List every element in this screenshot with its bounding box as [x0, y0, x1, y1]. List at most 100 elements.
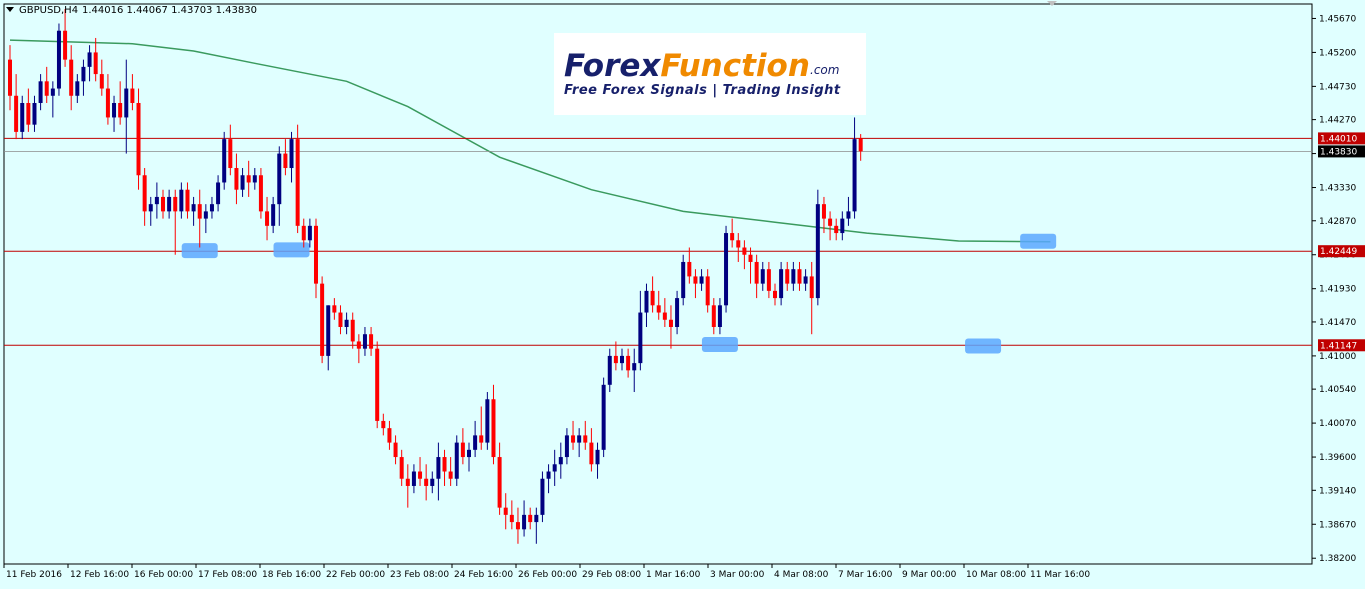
candle-body	[112, 102, 117, 118]
candle-body	[314, 225, 318, 284]
candle-body	[271, 204, 276, 226]
candle-body	[522, 514, 527, 530]
candle-body	[265, 211, 270, 226]
candle-body	[246, 175, 251, 183]
candle-body	[834, 225, 839, 234]
y-tick-label: 1.44270	[1319, 116, 1356, 126]
candle-body	[277, 153, 282, 205]
x-tick-label: 29 Feb 08:00	[582, 570, 641, 580]
candle	[724, 225, 729, 313]
candle-body	[534, 514, 539, 523]
candle-body	[828, 218, 833, 226]
candle-body	[399, 457, 404, 479]
y-tick-label: 1.38200	[1319, 554, 1356, 564]
candle-body	[503, 507, 508, 515]
candle-body	[473, 435, 478, 450]
candle-body	[63, 30, 68, 60]
chart-root: 1.456701.452001.447301.442701.438001.433…	[0, 0, 1365, 585]
candle	[815, 189, 820, 306]
candle-body	[387, 428, 392, 443]
candle	[222, 131, 227, 190]
candle-body	[191, 204, 196, 212]
candle-body	[258, 175, 263, 212]
candle-body	[442, 457, 447, 472]
candle-body	[748, 254, 753, 262]
logo-tagline: Free Forex Signals | Trading Insight	[564, 83, 841, 98]
candle-body	[26, 102, 31, 125]
y-tick-label: 1.38670	[1319, 520, 1356, 530]
forexfunction-logo: ForexFunction .com Free Forex Signals | …	[554, 33, 866, 115]
candle-body	[809, 276, 814, 299]
candle	[601, 377, 606, 458]
candle	[258, 168, 263, 219]
candle-body	[136, 102, 141, 176]
level-badge-label-3: 1.41147	[1320, 341, 1357, 351]
candle	[454, 435, 459, 486]
candle-body	[491, 399, 496, 458]
x-tick-label: 7 Mar 16:00	[838, 570, 893, 580]
candle-body	[773, 290, 777, 299]
candle-body	[558, 457, 563, 465]
candle-body	[705, 276, 710, 306]
candle-body	[38, 81, 43, 103]
ohlc-readout: 1.44016 1.44067 1.43703 1.43830	[82, 5, 257, 16]
candle-body	[620, 355, 624, 364]
candle-body	[687, 261, 692, 277]
candle-body	[56, 30, 61, 89]
candle-body	[564, 435, 569, 458]
candle	[295, 124, 300, 234]
candle-body	[99, 74, 104, 89]
candle-body	[595, 449, 600, 465]
x-tick-label: 1 Mar 16:00	[646, 570, 701, 580]
candle-body	[467, 449, 471, 458]
candle-body	[252, 175, 257, 183]
candle-body	[644, 290, 649, 313]
candle-body	[479, 435, 484, 443]
candle-body	[362, 334, 367, 349]
candle-body	[307, 225, 312, 241]
candle-body	[436, 457, 441, 479]
y-tick-label: 1.41470	[1319, 318, 1356, 328]
y-tick-label: 1.43330	[1319, 184, 1356, 194]
candle-body	[50, 88, 55, 96]
candle-body	[613, 355, 618, 364]
candle-body	[766, 269, 771, 291]
candle-body	[405, 478, 410, 486]
candle	[540, 471, 545, 523]
candle-body	[289, 139, 294, 169]
candle-body	[638, 312, 643, 364]
candle-body	[393, 442, 398, 458]
candle-body	[681, 261, 686, 299]
candle-body	[320, 283, 325, 356]
candle-body	[632, 363, 637, 371]
x-tick-label: 26 Feb 00:00	[518, 570, 577, 580]
candle-body	[583, 435, 588, 443]
candle-body	[528, 514, 533, 523]
candle-body	[222, 139, 227, 183]
x-tick-label: 18 Feb 16:00	[262, 570, 321, 580]
logo-brand: ForexFunction	[564, 48, 810, 84]
candle-body	[736, 240, 741, 248]
y-tick-label: 1.39600	[1319, 453, 1356, 463]
candle-body	[821, 204, 826, 219]
candle-body	[93, 52, 98, 75]
candle-body	[675, 298, 680, 327]
candle-body	[430, 478, 435, 486]
candle-body	[650, 290, 655, 306]
level-badge-label-2: 1.42449	[1320, 247, 1357, 257]
candle-body	[797, 269, 802, 284]
candle-body	[69, 59, 74, 96]
logo-brand-part1: Forex	[564, 48, 661, 84]
candle-body	[754, 261, 759, 284]
chart-svg: 1.456701.452001.447301.442701.438001.433…	[0, 0, 1365, 585]
candle-body	[326, 305, 331, 356]
candle-body	[785, 269, 790, 284]
candle-body	[344, 319, 349, 327]
candle-body	[203, 211, 208, 219]
candle-body	[8, 59, 12, 96]
candle-body	[209, 204, 214, 212]
candle-body	[717, 305, 722, 327]
x-tick-label: 4 Mar 08:00	[774, 570, 829, 580]
logo-brand-part2: Function	[660, 48, 810, 84]
candle-body	[571, 435, 576, 443]
